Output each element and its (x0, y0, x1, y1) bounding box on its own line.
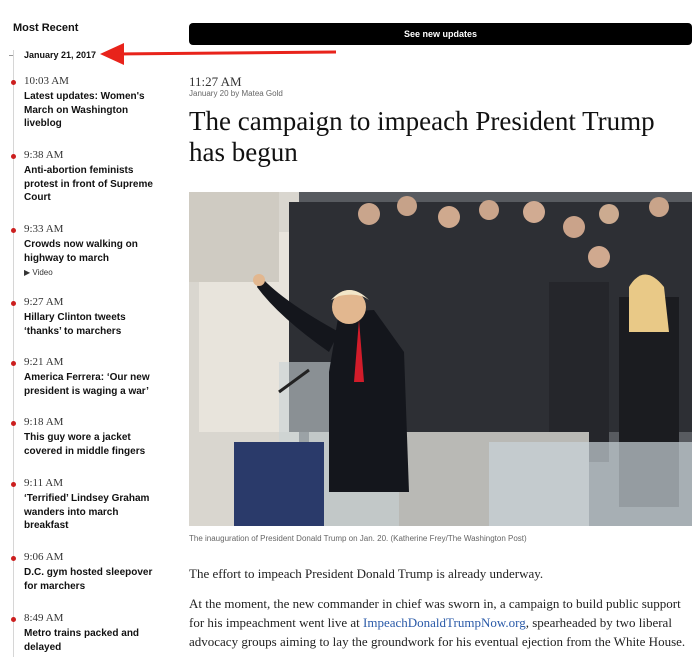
entry-headline-link[interactable]: ‘Terrified’ Lindsey Graham wanders into … (24, 492, 162, 533)
inauguration-photo (189, 192, 692, 526)
timeline-line (13, 50, 14, 657)
entry-time: 9:38 AM (24, 149, 64, 161)
post-time: 11:27 AM (189, 74, 242, 89)
date-label: January 21, 2017 (24, 50, 97, 60)
entry-headline-link[interactable]: Latest updates: Women's March on Washing… (24, 90, 162, 131)
timeline-dot (11, 228, 16, 233)
timeline-dot (11, 482, 16, 487)
entry-time: 8:49 AM (24, 612, 64, 624)
sidebar-title: Most Recent (13, 22, 79, 34)
timeline-dot (11, 617, 16, 622)
entry-time: 9:21 AM (24, 356, 64, 368)
entry-headline-link[interactable]: America Ferrera: ‘Our new president is w… (24, 371, 162, 398)
post-title: The campaign to impeach President Trump … (189, 106, 655, 167)
entry-headline-link[interactable]: Hillary Clinton tweets ‘thanks’ to march… (24, 311, 162, 338)
article-paragraph-1: The effort to impeach President Donald T… (189, 566, 544, 581)
entry-headline-link[interactable]: D.C. gym hosted sleepover for marchers (24, 566, 162, 593)
entry-time: 10:03 AM (24, 75, 69, 87)
photo-illustration (189, 192, 692, 526)
timeline-dot (11, 301, 16, 306)
entry-headline-link[interactable]: Metro trains packed and delayed (24, 627, 162, 654)
date-tick (9, 55, 13, 56)
post-byline: January 20 by Matea Gold (189, 89, 283, 98)
entry-headline-link[interactable]: This guy wore a jacket covered in middle… (24, 431, 162, 458)
photo-caption: The inauguration of President Donald Tru… (189, 534, 527, 543)
see-new-updates-button[interactable]: See new updates (189, 23, 692, 45)
video-badge[interactable]: ▶ Video (24, 268, 53, 277)
timeline-dot (11, 556, 16, 561)
entry-time: 9:11 AM (24, 477, 64, 489)
entry-time: 9:27 AM (24, 296, 64, 308)
timeline-dot (11, 80, 16, 85)
entry-time: 9:18 AM (24, 416, 64, 428)
entry-time: 9:06 AM (24, 551, 64, 563)
most-recent-sidebar: Most Recent January 21, 2017 10:03 AM La… (0, 0, 170, 657)
impeach-site-link[interactable]: ImpeachDonaldTrumpNow.org (363, 615, 526, 630)
entry-time: 9:33 AM (24, 223, 64, 235)
article-paragraph-2: At the moment, the new commander in chie… (189, 594, 694, 651)
timeline-dot (11, 154, 16, 159)
entry-headline-link[interactable]: Crowds now walking on highway to march (24, 238, 162, 265)
timeline-dot (11, 421, 16, 426)
entry-headline-link[interactable]: Anti-abortion feminists protest in front… (24, 164, 162, 205)
timeline-dot (11, 361, 16, 366)
